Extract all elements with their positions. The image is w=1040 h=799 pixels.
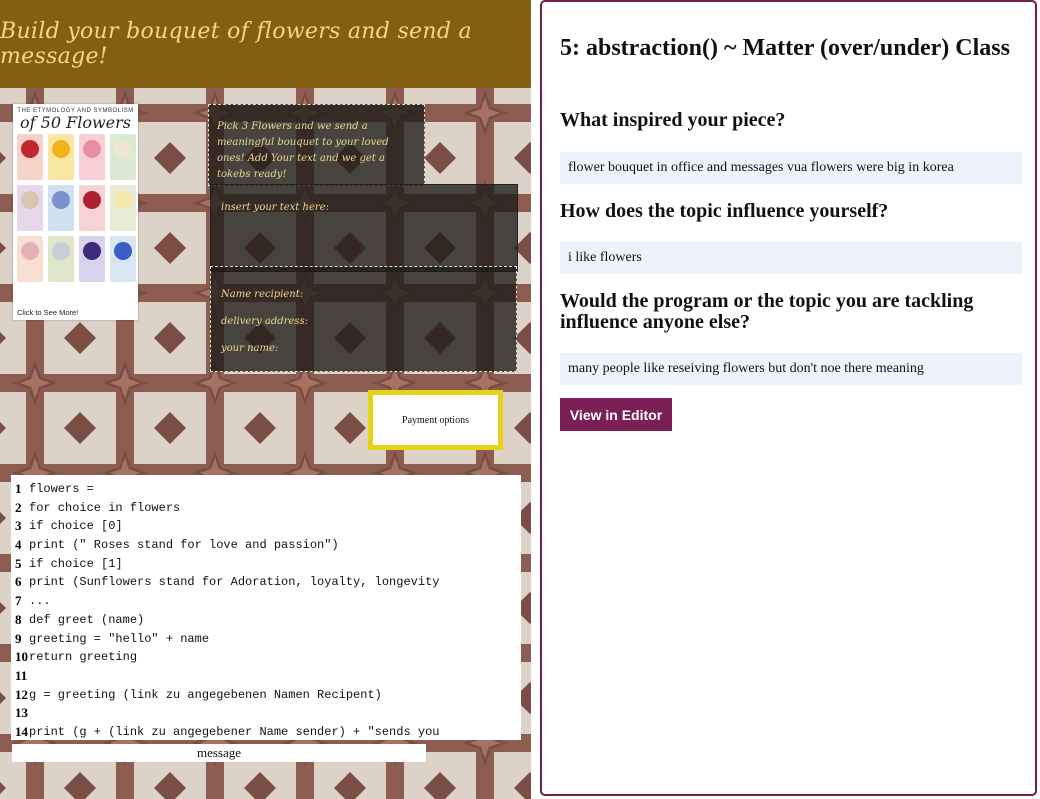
- line-number: 11: [15, 667, 28, 683]
- code-text: ...: [29, 594, 51, 609]
- flower-icon: [83, 191, 101, 209]
- intro-text: Pick 3 Flowers and we send a meaningful …: [217, 121, 389, 180]
- code-line: 12 g = greeting (link zu angegebenen Name…: [11, 686, 463, 705]
- answer-others-influence: many people like reseiving flowers but d…: [560, 353, 1022, 385]
- code-text: if choice [0]: [29, 519, 123, 534]
- poster-flower-card: [79, 185, 105, 231]
- poster-flower-card: [110, 185, 136, 231]
- code-text: for choice in flowers: [29, 500, 181, 515]
- flower-icon: [21, 140, 39, 158]
- code-line: 4 print (" Roses stand for love and passi…: [11, 536, 463, 555]
- message-label: message: [12, 744, 426, 762]
- poster-flower-card: [48, 185, 74, 231]
- poster-grid: [13, 132, 138, 282]
- question-self-influence: How does the topic influence yourself?: [560, 200, 889, 222]
- flower-icon: [52, 140, 70, 158]
- flower-poster[interactable]: THE ETYMOLOGY AND SYMBOLISM of 50 Flower…: [13, 104, 138, 320]
- project-title: 5: abstraction() ~ Matter (over/under) C…: [560, 35, 1010, 61]
- poster-cta[interactable]: Click to See More!: [13, 308, 142, 317]
- flower-icon: [21, 242, 39, 260]
- code-text: flowers =: [29, 482, 94, 496]
- code-line: 13: [11, 704, 463, 723]
- message-text-box[interactable]: insert your text here:: [210, 184, 518, 272]
- recipient-box[interactable]: Name recipient: delivery address: your n…: [210, 266, 517, 372]
- flower-icon: [114, 242, 132, 260]
- poster-flower-card: [17, 134, 43, 180]
- code-text: if choice [1]: [29, 556, 123, 571]
- flower-icon: [83, 242, 101, 260]
- poster-flower-card: [110, 134, 136, 180]
- artwork-panel: Build your bouquet of flowers and send a…: [0, 0, 531, 799]
- banner: Build your bouquet of flowers and send a…: [0, 0, 531, 88]
- code-line: 6 print (Sunflowers stand for Adoration, …: [11, 573, 463, 592]
- payment-options-button[interactable]: Payment options: [368, 390, 503, 450]
- sender-name-label: your name:: [221, 343, 279, 354]
- code-text: return greeting: [29, 650, 138, 665]
- code-text: def greet (name): [29, 612, 145, 627]
- flower-icon: [52, 191, 70, 209]
- code-block: 1 flowers = 2 for choice in flowers 3 if cho…: [11, 475, 521, 740]
- intro-box: Pick 3 Flowers and we send a meaningful …: [208, 104, 425, 186]
- flower-icon: [114, 191, 132, 209]
- code-line: 9 greeting = "hello" + name: [11, 630, 463, 649]
- code-lines: 1 flowers = 2 for choice in flowers 3 if cho…: [11, 475, 463, 740]
- poster-flower-card: [48, 134, 74, 180]
- code-line: 1 flowers =: [11, 480, 463, 499]
- poster-flower-card: [79, 134, 105, 180]
- flower-icon: [52, 242, 70, 260]
- recipient-name-label: Name recipient:: [221, 289, 304, 300]
- code-text: print (" Roses stand for love and passio…: [29, 538, 339, 553]
- code-text: print (g + (link zu angegebener Name sen…: [29, 724, 440, 739]
- poster-flower-card: [17, 236, 43, 282]
- code-line: 8 def greet (name): [11, 611, 463, 630]
- poster-flower-card: [110, 236, 136, 282]
- code-line: 10 return greeting: [11, 648, 463, 667]
- poster-flower-card: [79, 236, 105, 282]
- line-number: 13: [15, 705, 28, 721]
- flower-icon: [21, 191, 39, 209]
- question-inspiration: What inspired your piece?: [560, 109, 786, 131]
- flower-icon: [83, 140, 101, 158]
- poster-flower-card: [48, 236, 74, 282]
- code-line: 7...: [11, 592, 463, 611]
- code-text: g = greeting (link zu angegebenen Namen …: [29, 687, 382, 702]
- code-text: print (Sunflowers stand for Adoration, l…: [29, 575, 440, 590]
- code-line: 14 print (g + (link zu angegebener Name s…: [11, 723, 463, 740]
- question-others-influence: Would the program or the topic you are t…: [560, 290, 974, 333]
- view-in-editor-button[interactable]: View in Editor: [560, 398, 672, 431]
- code-line: 3 if choice [0]: [11, 517, 463, 536]
- code-line: 11: [11, 667, 463, 686]
- answer-self-influence: i like flowers: [560, 242, 1022, 274]
- poster-flower-card: [17, 185, 43, 231]
- info-panel: 5: abstraction() ~ Matter (over/under) C…: [540, 0, 1037, 796]
- message-text-label: insert your text here:: [221, 202, 329, 213]
- flower-icon: [114, 140, 132, 158]
- answer-inspiration: flower bouquet in office and messages vu…: [560, 152, 1022, 184]
- poster-subtitle: of 50 Flowers: [20, 113, 131, 132]
- code-text: greeting = "hello" + name: [29, 631, 210, 646]
- code-line: 2 for choice in flowers: [11, 499, 463, 518]
- delivery-address-label: delivery address:: [221, 316, 308, 327]
- code-line: 5 if choice [1]: [11, 555, 463, 574]
- banner-text: Build your bouquet of flowers and send a…: [0, 19, 472, 69]
